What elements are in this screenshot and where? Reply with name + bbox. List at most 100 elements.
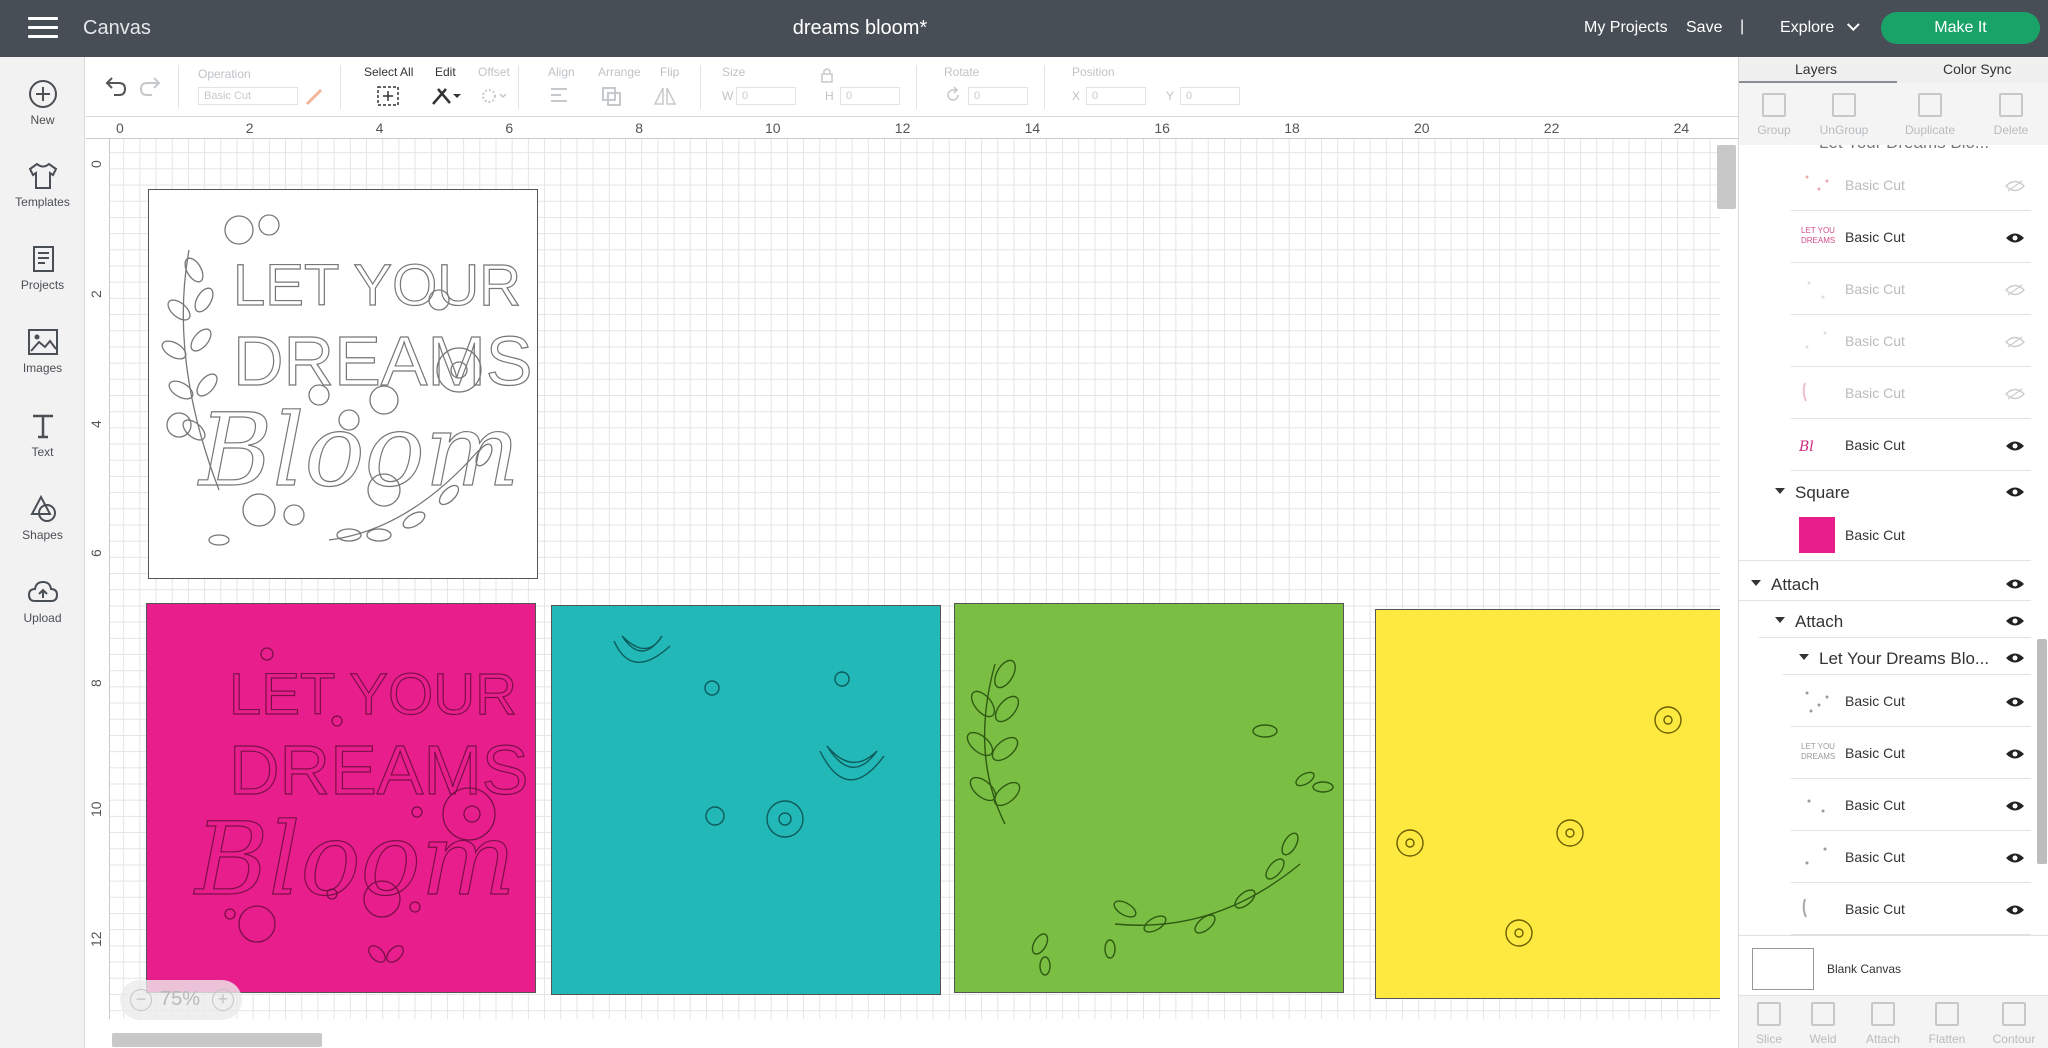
x-input[interactable]: 0	[1086, 87, 1146, 105]
layers-list: Let Your Dreams Blo... Basic Cut LET YOU…	[1739, 145, 2048, 935]
make-it-button[interactable]: Make It	[1881, 12, 2040, 44]
ruler-tick-label: 14	[1024, 120, 1041, 136]
eye-hidden-icon[interactable]	[2005, 388, 2025, 400]
layer-label: Basic Cut	[1845, 745, 1905, 761]
layer-group-attach-inner[interactable]: Attach	[1739, 602, 2031, 638]
save-button[interactable]: Save	[1686, 19, 1722, 37]
eye-icon[interactable]	[2005, 652, 2025, 664]
layer-row[interactable]: Basic Cut	[1739, 367, 2031, 419]
eye-icon[interactable]	[2005, 904, 2025, 916]
tab-color-sync[interactable]: Color Sync	[1943, 61, 2011, 77]
nav-shapes[interactable]: Shapes	[0, 494, 85, 542]
layer-row[interactable]: Basic Cut	[1739, 263, 2031, 315]
design-canvas[interactable]: LET YOUR DREAMS Bloom LET YOUR DREAMS Bl…	[110, 139, 1720, 1019]
delete-button[interactable]: Delete	[1976, 93, 2046, 137]
layer-row[interactable]: Bl Basic Cut	[1739, 419, 2031, 471]
layers-scrollbar[interactable]	[2037, 639, 2047, 864]
y-input[interactable]: 0	[1180, 87, 1240, 105]
nav-new[interactable]: New	[0, 79, 85, 127]
nav-images[interactable]: Images	[0, 327, 85, 375]
eye-icon[interactable]	[2005, 852, 2025, 864]
ruler-tick-label: 22	[1543, 120, 1560, 136]
ungroup-button[interactable]: UnGroup	[1809, 93, 1879, 137]
layer-thumbnail	[1799, 167, 1835, 203]
eye-hidden-icon[interactable]	[2005, 284, 2025, 296]
teal-square-layer[interactable]	[551, 605, 941, 995]
caret-down-icon	[1751, 580, 1761, 586]
duplicate-button[interactable]: Duplicate	[1895, 93, 1965, 137]
eye-icon[interactable]	[2005, 440, 2025, 452]
eye-icon[interactable]	[2005, 232, 2025, 244]
canvas-vertical-scrollbar[interactable]	[1717, 145, 1736, 209]
layer-row[interactable]: LET YOURDREAMS Basic Cut	[1739, 211, 2031, 263]
green-square-layer[interactable]	[954, 603, 1344, 993]
rotate-input[interactable]: 0	[968, 87, 1028, 105]
layer-row[interactable]: Basic Cut	[1739, 831, 2031, 883]
operation-select[interactable]: Basic Cut	[198, 87, 298, 105]
toolbar-divider	[178, 65, 179, 109]
undo-icon[interactable]	[102, 75, 128, 97]
x-label: X	[1072, 89, 1081, 103]
pink-square-layer[interactable]: LET YOUR DREAMS Bloom	[146, 603, 536, 993]
layer-group-attach[interactable]: Attach	[1739, 565, 2031, 601]
nav-upload[interactable]: Upload	[0, 577, 85, 625]
layer-row[interactable]: Basic Cut	[1739, 675, 2031, 727]
image-icon	[27, 329, 58, 355]
toolbar-divider	[518, 65, 519, 109]
layer-thumbnail	[1799, 787, 1835, 823]
select-all-label: Select All	[364, 65, 414, 79]
nav-projects[interactable]: Projects	[0, 244, 85, 292]
ruler-tick-label: 24	[1673, 120, 1690, 136]
zoom-level: 75%	[160, 988, 201, 1010]
contour-button[interactable]: Contour	[1984, 1002, 2044, 1046]
layer-group-square[interactable]: Square	[1739, 473, 2031, 509]
pen-color-icon[interactable]	[304, 85, 326, 107]
layer-group-dreams[interactable]: Let Your Dreams Blo...	[1739, 639, 2031, 675]
edit-tools-icon[interactable]	[430, 84, 462, 108]
layer-row[interactable]: Basic Cut	[1739, 315, 2031, 367]
flip-label: Flip	[660, 65, 680, 79]
slice-button[interactable]: Slice	[1739, 1002, 1799, 1046]
select-all-icon[interactable]	[376, 85, 400, 107]
weld-button[interactable]: Weld	[1793, 1002, 1853, 1046]
redo-icon[interactable]	[138, 75, 164, 97]
flatten-button[interactable]: Flatten	[1917, 1002, 1977, 1046]
eye-icon[interactable]	[2005, 748, 2025, 760]
layer-row[interactable]: Basic Cut	[1739, 159, 2031, 211]
projects-icon	[32, 246, 54, 272]
nav-text[interactable]: Text	[0, 411, 85, 459]
layer-group-partial[interactable]: Let Your Dreams Blo...	[1739, 145, 2031, 159]
eye-icon[interactable]	[2005, 486, 2025, 498]
eye-icon[interactable]	[2005, 578, 2025, 590]
nav-templates-label: Templates	[15, 195, 70, 209]
my-projects-link[interactable]: My Projects	[1584, 19, 1668, 37]
white-design-layer[interactable]: LET YOUR DREAMS Bloom	[148, 189, 538, 579]
layer-row[interactable]: LET YOURDREAMS Basic Cut	[1739, 727, 2031, 779]
slice-icon	[1757, 1002, 1781, 1026]
layer-thumbnail: Bl	[1798, 427, 1835, 463]
layer-row[interactable]: Basic Cut	[1739, 779, 2031, 831]
attach-button[interactable]: Attach	[1853, 1002, 1913, 1046]
zoom-in-button[interactable]: +	[212, 989, 234, 1011]
flip-icon	[653, 87, 677, 105]
nav-templates[interactable]: Templates	[0, 161, 85, 209]
zoom-out-button[interactable]: −	[130, 989, 152, 1011]
canvas-horizontal-scrollbar[interactable]	[112, 1033, 322, 1047]
explore-dropdown[interactable]: Explore	[1780, 18, 1860, 37]
tab-layers[interactable]: Layers	[1795, 61, 1837, 77]
yellow-square-layer[interactable]	[1375, 609, 1720, 999]
toolbar-divider	[340, 65, 341, 109]
eye-icon[interactable]	[2005, 696, 2025, 708]
lock-icon[interactable]	[820, 67, 834, 83]
height-input[interactable]: 0	[840, 87, 900, 105]
eye-icon[interactable]	[2005, 615, 2025, 627]
eye-hidden-icon[interactable]	[2005, 336, 2025, 348]
width-input[interactable]: 0	[736, 87, 796, 105]
blank-canvas-row[interactable]: Blank Canvas	[1739, 935, 2048, 995]
layer-row[interactable]: Basic Cut	[1739, 509, 2031, 561]
eye-hidden-icon[interactable]	[2005, 180, 2025, 192]
eye-icon[interactable]	[2005, 800, 2025, 812]
layer-row[interactable]: Basic Cut	[1739, 883, 2031, 935]
group-button[interactable]: Group	[1739, 93, 1809, 137]
align-label: Align	[548, 65, 575, 79]
